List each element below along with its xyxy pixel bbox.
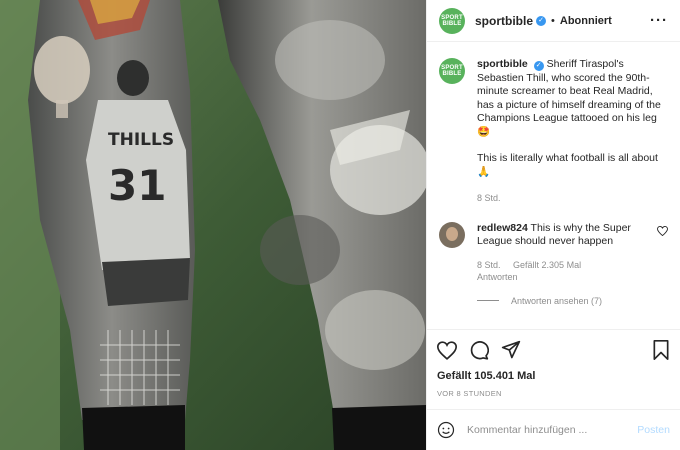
post-image[interactable]: THILLS 31 — [0, 0, 426, 450]
caption-text-2: This is literally what football is all a… — [477, 152, 658, 164]
tattoo-name-text: THILLS — [108, 130, 174, 150]
verified-badge-icon: ✓ — [533, 61, 544, 71]
tattoo-photo: THILLS 31 — [0, 0, 426, 450]
comment-item: redlew824 This is why the Super League s… — [439, 221, 668, 249]
username-link[interactable]: sportbible — [475, 14, 533, 28]
caption: SPORT BIBLE sportbible ✓ Sheriff Tiraspo… — [439, 58, 668, 206]
view-replies-button[interactable]: Antworten ansehen (7) — [477, 296, 668, 306]
emoji-icon[interactable] — [437, 421, 455, 439]
post-header: SPORT BIBLE sportbible ✓ • Abonniert ··· — [427, 0, 680, 42]
comment-body: redlew824 This is why the Super League s… — [477, 222, 647, 249]
more-options-icon[interactable]: ··· — [650, 12, 668, 29]
caption-time: 8 Std. — [477, 193, 501, 203]
actions-bar: Gefällt 105.401 Mal VOR 8 STUNDEN — [427, 329, 680, 398]
instagram-post: THILLS 31 SPORT BIBLE sportbible ✓ • Abo… — [0, 0, 680, 450]
comment-input[interactable] — [465, 423, 638, 437]
caption-line-2: This is literally what football is all a… — [477, 152, 667, 179]
caption-avatar-label: SPORT BIBLE — [441, 65, 463, 77]
bookmark-icon[interactable] — [652, 340, 670, 360]
comment-likes[interactable]: Gefällt 2.305 Mal — [513, 260, 581, 270]
comment-icon[interactable] — [469, 340, 489, 360]
view-replies-label: Antworten ansehen (7) — [511, 295, 603, 306]
avatar[interactable]: SPORT BIBLE — [439, 7, 465, 34]
star-struck-emoji: 🤩 — [477, 125, 491, 138]
comment-username[interactable]: redlew824 — [477, 222, 528, 234]
comment-meta: 8 Std. Gefällt 2.305 Mal Antworten — [477, 259, 668, 283]
caption-avatar[interactable]: SPORT BIBLE — [439, 58, 465, 84]
pray-emoji: 🙏 — [477, 165, 491, 178]
reply-button[interactable]: Antworten — [477, 272, 518, 282]
likes-count[interactable]: Gefällt 105.401 Mal — [437, 370, 670, 382]
comments-section: SPORT BIBLE sportbible ✓ Sheriff Tiraspo… — [427, 42, 680, 329]
commenter-avatar[interactable] — [439, 221, 465, 248]
tattoo-number-text: 31 — [108, 161, 166, 210]
post-sidebar: SPORT BIBLE sportbible ✓ • Abonniert ···… — [426, 0, 680, 450]
separator: • — [551, 14, 555, 27]
comment-like-heart-icon[interactable] — [657, 225, 668, 239]
caption-body: sportbible ✓ Sheriff Tiraspol's Sebastie… — [477, 58, 667, 206]
like-heart-icon[interactable] — [437, 340, 457, 360]
follow-status-button[interactable]: Abonniert — [560, 15, 612, 27]
add-comment-bar: Posten — [427, 409, 680, 450]
caption-username[interactable]: sportbible — [477, 58, 528, 70]
comment-time: 8 Std. — [477, 259, 501, 270]
avatar-label: SPORT BIBLE — [441, 14, 463, 27]
post-comment-button[interactable]: Posten — [637, 424, 670, 436]
verified-badge-icon: ✓ — [536, 15, 547, 26]
replies-divider — [477, 300, 499, 301]
post-timestamp: VOR 8 STUNDEN — [437, 389, 502, 398]
share-icon[interactable] — [501, 340, 521, 360]
action-icons — [437, 338, 670, 362]
